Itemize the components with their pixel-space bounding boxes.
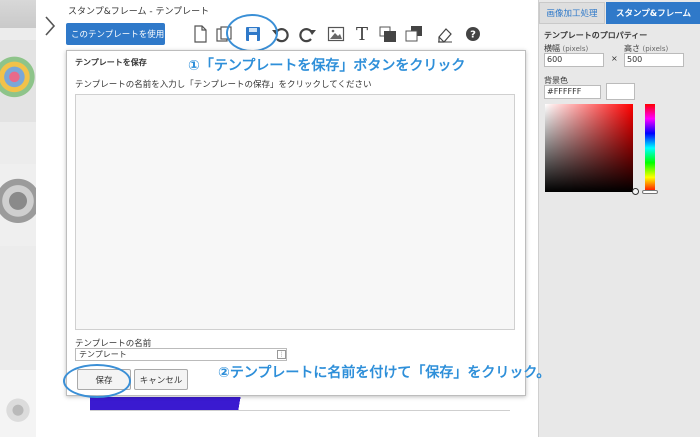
properties-panel: 画像加工処理 スタンプ&フレーム テンプレートのプロパティー 横幅 (pixel… [538,0,700,437]
text-icon: T [355,23,368,45]
insert-image-button[interactable] [326,24,346,44]
eraser-button[interactable] [435,24,455,44]
new-document-icon [194,25,207,43]
image-icon [327,26,345,42]
annotation-step-1: ①「テンプレートを保存」ボタンをクリック [188,58,466,74]
width-input[interactable]: 600 [544,53,604,67]
color-picker-field[interactable] [545,104,633,192]
help-button[interactable]: ? [463,24,483,44]
canvas-border [90,410,510,411]
eraser-icon [438,28,452,43]
annotation-step-2: ②テンプレートに名前を付けて「保存」をクリック。 [218,365,551,381]
svg-text:?: ? [470,30,476,41]
hue-slider-handle[interactable] [642,190,658,194]
dialog-instruction: テンプレートの名前を入力し「テンプレートの保存」をクリックしてください [75,80,372,90]
bring-forward-button[interactable] [404,24,424,44]
height-input[interactable]: 500 [624,53,684,67]
hue-slider[interactable] [645,104,655,192]
redo-button[interactable] [298,24,318,44]
template-preview-area [75,94,515,330]
new-document-button[interactable] [190,24,210,44]
background-color-swatch[interactable] [606,83,635,100]
canvas-template-preview [90,397,255,410]
use-template-button[interactable]: このテンプレートを使用 [66,23,165,45]
chevron-right-icon [44,16,55,36]
properties-title: テンプレートのプロパティー [544,31,648,40]
product-thumbnail-bag[interactable] [0,40,36,122]
template-name-input[interactable]: テンプレート [75,348,287,361]
autofill-icon[interactable]: ⋮ [277,350,286,359]
tab-stamp-frame[interactable]: スタンプ&フレーム [606,2,700,24]
text-tool-button[interactable]: T [352,23,372,45]
save-template-dialog: テンプレートを保存 テンプレートの名前を入力し「テンプレートの保存」をクリックし… [66,50,526,396]
product-thumbnail-necklace[interactable] [0,370,36,437]
highlight-circle [63,364,131,398]
bring-forward-icon [405,26,422,42]
redo-icon [299,28,316,43]
cancel-button[interactable]: キャンセル [134,369,188,390]
product-thumbnail-strip [0,0,36,437]
tab-image-processing[interactable]: 画像加工処理 [539,2,605,24]
breadcrumb: スタンプ&フレーム - テンプレート [68,7,210,17]
collapse-panel-button[interactable] [36,0,63,52]
background-color-input[interactable]: #FFFFFF [544,85,601,99]
product-thumbnail[interactable] [0,0,36,28]
product-thumbnail-watch[interactable] [0,164,36,246]
dialog-title: テンプレートを保存 [75,58,147,67]
send-backward-icon [379,26,396,42]
help-icon: ? [466,27,480,41]
times-sign: × [611,54,618,63]
highlight-circle [226,14,278,52]
send-backward-button[interactable] [378,24,398,44]
color-picker-cursor[interactable] [632,188,639,195]
